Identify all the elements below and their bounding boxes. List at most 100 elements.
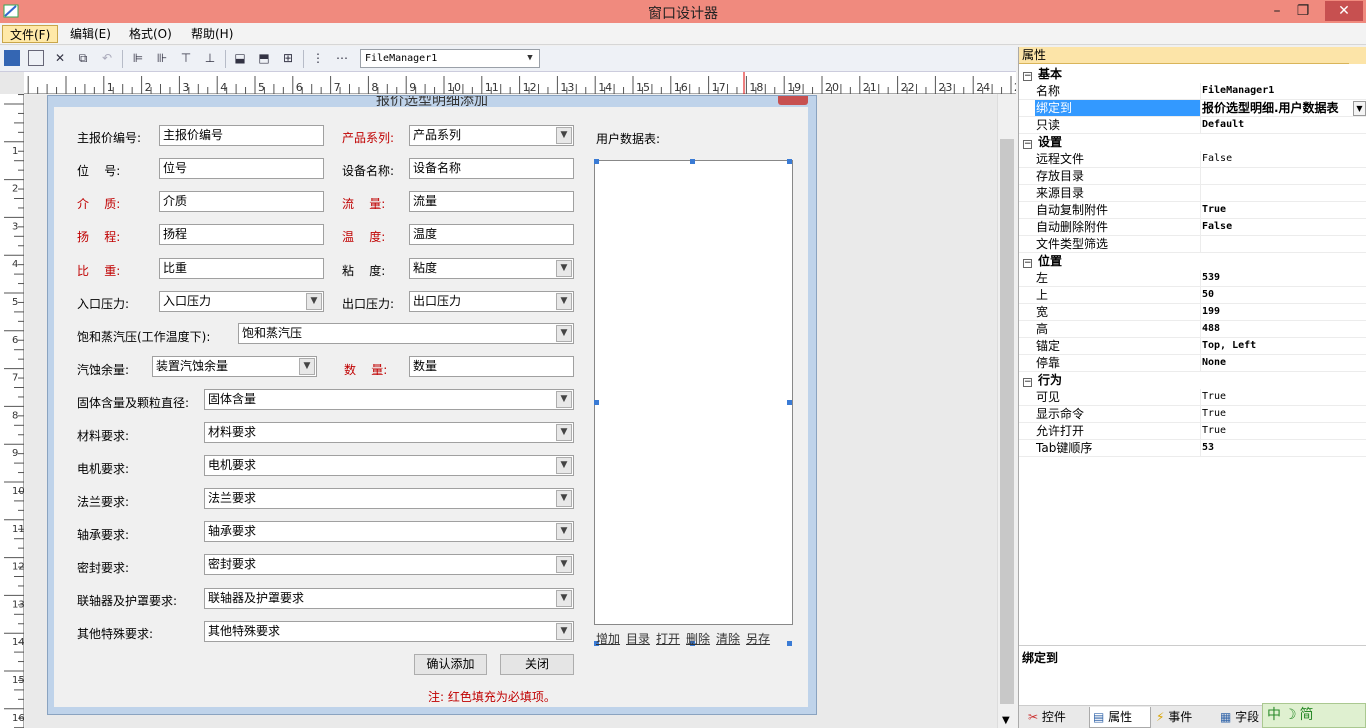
scrollbar-thumb[interactable]	[1000, 139, 1014, 704]
position-no-input[interactable]: 位号	[159, 158, 324, 179]
resize-handle[interactable]	[594, 159, 599, 164]
chevron-down-icon[interactable]: ▼	[556, 556, 572, 573]
chevron-down-icon[interactable]: ▼	[306, 293, 322, 310]
property-row[interactable]: 锚定 Top, Left	[1019, 338, 1366, 355]
property-row[interactable]: 高 488	[1019, 321, 1366, 338]
property-row[interactable]: 显示命令 True	[1019, 406, 1366, 423]
file-manager-list[interactable]	[594, 160, 793, 625]
menu-format[interactable]: 格式(O)	[122, 25, 179, 43]
resize-handle[interactable]	[787, 400, 792, 405]
align-left-icon[interactable]: ⊫	[130, 50, 146, 66]
property-row[interactable]: 上 50	[1019, 287, 1366, 304]
tab-controls[interactable]: ✂ 控件	[1025, 707, 1087, 728]
collapse-icon[interactable]: −	[1023, 259, 1032, 268]
tab-events[interactable]: ⚡ 事件	[1153, 707, 1215, 728]
scroll-down-icon[interactable]: ▼	[1002, 715, 1010, 726]
material-combo[interactable]: 材料要求 ▼	[204, 422, 574, 443]
property-value[interactable]: 539	[1202, 270, 1362, 286]
form-close-icon[interactable]	[778, 96, 808, 105]
property-value[interactable]: True	[1202, 406, 1362, 422]
menu-help[interactable]: 帮助(H)	[184, 25, 240, 43]
resize-handle[interactable]	[787, 641, 792, 646]
coupling-combo[interactable]: 联轴器及护罩要求 ▼	[204, 588, 574, 609]
resize-handle[interactable]	[690, 159, 695, 164]
gravity-input[interactable]: 比重	[159, 258, 324, 279]
chevron-down-icon[interactable]: ▼	[556, 590, 572, 607]
chevron-down-icon[interactable]: ▼	[1353, 101, 1366, 116]
property-value[interactable]	[1202, 168, 1362, 184]
property-value[interactable]: None	[1202, 355, 1362, 371]
property-value[interactable]: 报价选型明细.用户数据表	[1202, 100, 1347, 116]
property-row[interactable]: 只读 Default	[1019, 117, 1366, 134]
chevron-down-icon[interactable]: ▼	[556, 490, 572, 507]
property-value[interactable]: Default	[1202, 117, 1362, 133]
same-height-icon[interactable]: ⬒	[256, 50, 272, 66]
property-value[interactable]: False	[1202, 151, 1362, 167]
chevron-down-icon[interactable]: ▼	[556, 391, 572, 408]
property-value[interactable]: 199	[1202, 304, 1362, 320]
property-value[interactable]: False	[1202, 219, 1362, 235]
other-combo[interactable]: 其他特殊要求 ▼	[204, 621, 574, 642]
resize-handle[interactable]	[787, 159, 792, 164]
save-icon[interactable]	[4, 50, 20, 66]
tab-properties[interactable]: ▤ 属性	[1089, 707, 1151, 728]
property-row[interactable]: Tab键顺序 53	[1019, 440, 1366, 457]
chevron-down-icon[interactable]: ▼	[556, 325, 572, 342]
bearing-combo[interactable]: 轴承要求 ▼	[204, 521, 574, 542]
close-button[interactable]: ✕	[1325, 1, 1363, 21]
chevron-down-icon[interactable]: ▼	[556, 424, 572, 441]
property-value[interactable]: True	[1202, 389, 1362, 405]
property-value[interactable]: 488	[1202, 321, 1362, 337]
align-right-icon[interactable]: ⊪	[154, 50, 170, 66]
property-row[interactable]: ▼ 绑定到 报价选型明细.用户数据表	[1019, 100, 1366, 117]
lift-input[interactable]: 扬程	[159, 224, 324, 245]
fm-delete-link[interactable]: 删除	[686, 630, 710, 647]
vapor-pressure-combo[interactable]: 饱和蒸汽压 ▼	[238, 323, 574, 344]
property-row[interactable]: 自动复制附件 True	[1019, 202, 1366, 219]
property-value[interactable]: 50	[1202, 287, 1362, 303]
align-top-icon[interactable]: ⊤	[178, 50, 194, 66]
collapse-icon[interactable]: −	[1023, 378, 1032, 387]
fm-add-link[interactable]: 增加	[596, 630, 620, 647]
property-row[interactable]: 宽 199	[1019, 304, 1366, 321]
temperature-input[interactable]: 温度	[409, 224, 574, 245]
fm-open-link[interactable]: 打开	[656, 630, 680, 647]
property-value[interactable]: Top, Left	[1202, 338, 1362, 354]
collapse-icon[interactable]: −	[1023, 72, 1032, 81]
fm-clear-link[interactable]: 清除	[716, 630, 740, 647]
cut-icon[interactable]: ✕	[52, 50, 68, 66]
quantity-input[interactable]: 数量	[409, 356, 574, 377]
undo-icon[interactable]: ↶	[99, 50, 115, 66]
product-series-combo[interactable]: 产品系列 ▼	[409, 125, 574, 146]
property-value[interactable]: True	[1202, 423, 1362, 439]
chevron-down-icon[interactable]: ▼	[556, 623, 572, 640]
confirm-add-button[interactable]: 确认添加	[414, 654, 487, 675]
copy-icon[interactable]: ⧉	[75, 50, 91, 66]
horizontal-spacing-icon[interactable]: ⋯	[334, 50, 350, 66]
fm-save-as-link[interactable]: 另存	[746, 630, 770, 647]
align-bottom-icon[interactable]: ⊥	[202, 50, 218, 66]
property-row[interactable]: 文件类型筛选	[1019, 236, 1366, 253]
seal-combo[interactable]: 密封要求 ▼	[204, 554, 574, 575]
viscosity-combo[interactable]: 粘度 ▼	[409, 258, 574, 279]
property-row[interactable]: 左 539	[1019, 270, 1366, 287]
property-category[interactable]: − 行为	[1019, 372, 1366, 389]
property-row[interactable]: 存放目录	[1019, 168, 1366, 185]
property-value[interactable]	[1202, 185, 1362, 201]
motor-combo[interactable]: 电机要求 ▼	[204, 455, 574, 476]
menu-edit[interactable]: 编辑(E)	[63, 25, 118, 43]
property-row[interactable]: 来源目录	[1019, 185, 1366, 202]
menu-file[interactable]: 文件(F)	[2, 25, 59, 43]
property-row[interactable]: 远程文件 False	[1019, 151, 1366, 168]
property-value[interactable]: FileManager1	[1202, 83, 1362, 99]
fm-directory-link[interactable]: 目录	[626, 630, 650, 647]
property-row[interactable]: 停靠 None	[1019, 355, 1366, 372]
chevron-down-icon[interactable]: ▼	[556, 457, 572, 474]
property-value[interactable]	[1202, 236, 1362, 252]
canvas-scrollbar[interactable]: ▼	[997, 94, 1016, 728]
close-form-button[interactable]: 关闭	[500, 654, 574, 675]
property-row[interactable]: 自动删除附件 False	[1019, 219, 1366, 236]
save-all-icon[interactable]	[28, 50, 44, 66]
chevron-down-icon[interactable]: ▼	[556, 293, 572, 310]
property-row[interactable]: 允许打开 True	[1019, 423, 1366, 440]
